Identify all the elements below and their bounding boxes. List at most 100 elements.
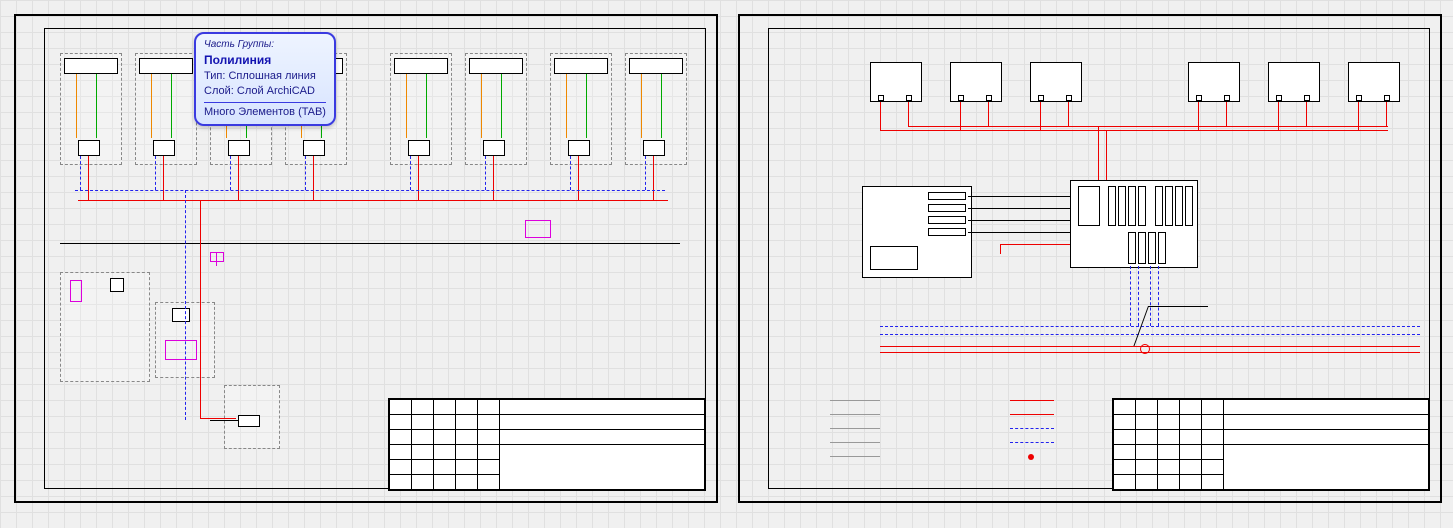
tooltip-layer-label: Слой: [204,85,234,97]
tooltip-type-label: Тип: [204,70,225,82]
wire-blue-dashed [75,190,665,191]
wire-green [426,74,427,138]
wire-black [968,196,1070,197]
wire-black [968,208,1070,209]
wire-black [210,420,238,421]
terminal [878,95,884,101]
legend-red [1010,400,1054,401]
module-terminal [408,140,430,156]
wire-red [1098,126,1226,127]
wire-red [200,418,236,419]
tooltip-title: Часть Группы: [204,38,326,52]
tooltip-type-row: Тип: Сплошная линия [204,69,326,84]
rack-slot [1185,186,1193,226]
wire-red [1106,130,1198,131]
terminal [1304,95,1310,101]
wire-red [1106,130,1107,186]
wire-orange [406,74,407,138]
wire-red [988,102,989,126]
tooltip-layer-row: Слой: Слой ArchiCAD [204,84,326,99]
rack-slot [1148,232,1156,264]
terminal [1196,95,1202,101]
module-header [64,58,118,74]
module-header [629,58,683,74]
wire-red [200,200,201,418]
module-terminal [153,140,175,156]
magenta-device [525,220,551,238]
module-terminal [303,140,325,156]
wire-red-drop [238,156,239,200]
wire-blue-dashed [410,156,411,190]
legend-red-dot [1028,454,1034,460]
module-box [238,415,260,427]
wire-red [908,102,909,126]
title-block-right [1112,398,1430,491]
wire-red-bus [78,200,668,201]
wire-orange [641,74,642,138]
wire-red [1098,126,1099,186]
terminal [958,95,964,101]
panel-row [928,192,966,200]
terminal [1276,95,1282,101]
title-block-table [1113,399,1429,490]
wire-red-bus [908,126,1070,127]
wire-red [1306,102,1307,126]
rack-slot [1108,186,1116,226]
wire-red [1226,102,1227,126]
rack-slot [1128,232,1136,264]
wire-blue-dashed [155,156,156,190]
legend-text-line [830,400,880,401]
legend-text-line [830,442,880,443]
wire-blue-dashed [305,156,306,190]
wire-red [880,102,881,130]
element-tooltip: Часть Группы: Полилиния Тип: Сплошная ли… [194,32,336,126]
module-header [394,58,448,74]
rack-slot [1175,186,1183,226]
terminal [1224,95,1230,101]
terminal [906,95,912,101]
wire-blue-dashed [880,326,1420,327]
wire-orange [76,74,77,138]
wire-green [586,74,587,138]
legend-blue-dash [1010,428,1054,429]
rack-slot [1155,186,1163,226]
magenta-device [165,340,197,360]
wire-red [880,346,1420,347]
wire-green [501,74,502,138]
panel-heater [870,246,918,270]
wire-red-drop [578,156,579,200]
wire-red [1068,102,1069,126]
wire-black [968,220,1070,221]
legend-blue-dash [1010,442,1054,443]
wire-red-drop [653,156,654,200]
terminal [1384,95,1390,101]
wire-green [661,74,662,138]
wire-orange [566,74,567,138]
wire-green [171,74,172,138]
wire-red-drop [418,156,419,200]
wire-blue-dashed [880,334,1420,335]
rack-slot [1138,186,1146,226]
wire-blue-dashed [1150,266,1151,326]
wire-blue-dashed [185,190,186,420]
wire-blue-dashed [1130,266,1131,326]
wire-red [1000,244,1070,245]
module-header [554,58,608,74]
module-terminal [228,140,250,156]
wire-red-drop [313,156,314,200]
panel-row [928,228,966,236]
magenta-device [70,280,82,302]
terminal [986,95,992,101]
wire-blue-dashed [570,156,571,190]
wire-blue-dashed [1158,266,1159,326]
tooltip-name: Полилиния [204,52,326,69]
legend-red [1010,414,1054,415]
legend-text-line [830,414,880,415]
rack-slot [1138,232,1146,264]
wire-blue-dashed [1138,266,1139,326]
wire-orange [481,74,482,138]
wire-blue-dashed [80,156,81,190]
leader-line [1148,306,1208,307]
module-terminal [78,140,100,156]
panel-row [928,216,966,224]
